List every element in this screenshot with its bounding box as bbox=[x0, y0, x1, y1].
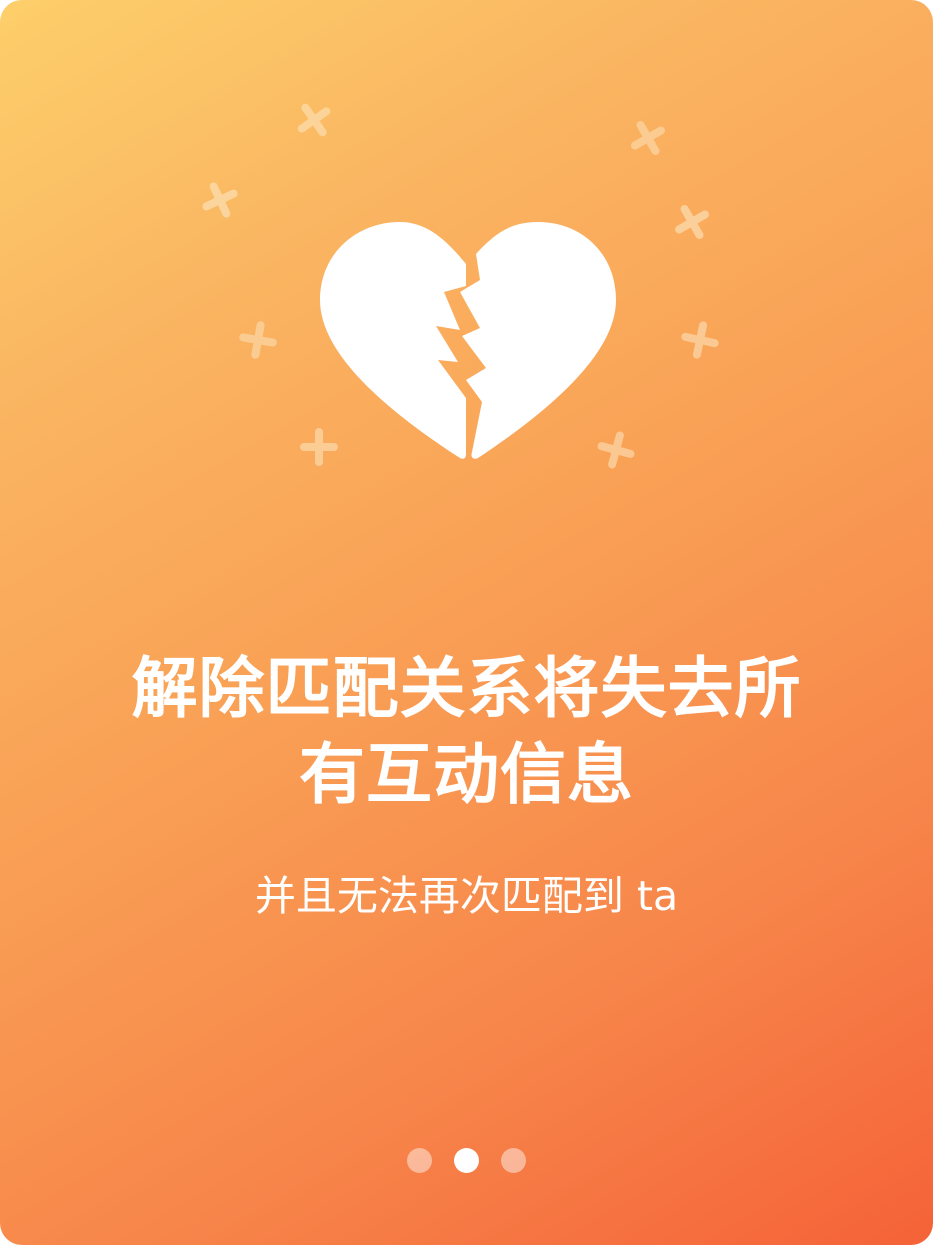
cross-sparkle-icon bbox=[670, 200, 714, 244]
broken-heart-illustration bbox=[180, 80, 760, 500]
pagination-dots bbox=[0, 1148, 933, 1174]
pagination-dot-1[interactable] bbox=[407, 1148, 432, 1173]
page-title-line-2: 有互动信息 bbox=[299, 736, 634, 813]
onboarding-card: 解除匹配关系将失去所 有互动信息 并且无法再次匹配到 ta bbox=[0, 0, 933, 1245]
cross-sparkle-icon bbox=[198, 178, 242, 222]
broken-heart-icon bbox=[320, 218, 620, 464]
page-title-line-1: 解除匹配关系将失去所 bbox=[131, 650, 802, 727]
page-subtitle: 并且无法再次匹配到 ta bbox=[254, 872, 679, 920]
cross-sparkle-icon bbox=[678, 318, 722, 362]
pagination-dot-3[interactable] bbox=[501, 1148, 526, 1173]
page-title: 解除匹配关系将失去所 有互动信息 bbox=[60, 646, 873, 818]
cross-sparkle-icon bbox=[626, 116, 670, 160]
cross-sparkle-icon bbox=[292, 98, 336, 142]
pagination-dot-2-active[interactable] bbox=[454, 1148, 479, 1173]
cross-sparkle-icon bbox=[236, 318, 280, 362]
